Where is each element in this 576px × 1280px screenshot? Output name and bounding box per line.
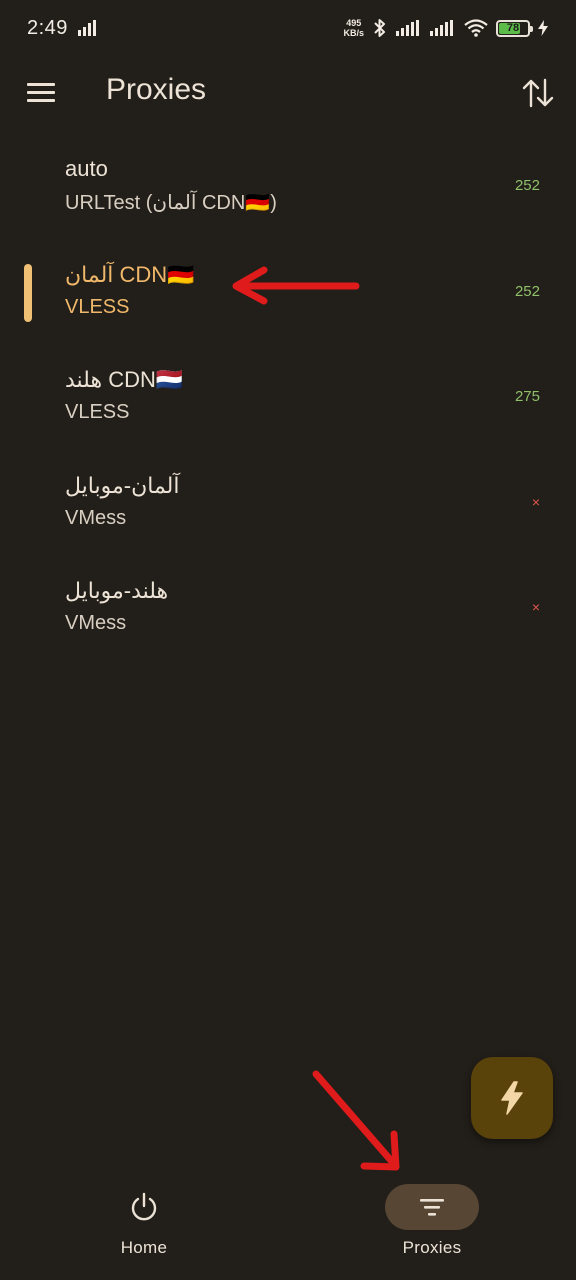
nav-pill	[97, 1184, 191, 1230]
proxy-delay: 252	[514, 177, 540, 194]
battery-icon: 78	[496, 19, 533, 37]
status-time: 2:49	[27, 16, 68, 39]
proxy-name: هلند-موبایل	[65, 578, 169, 604]
cell-signal-icon	[396, 20, 422, 36]
proxy-delay-failed: ×	[531, 599, 540, 616]
proxy-type: VMess	[65, 506, 127, 529]
charging-icon	[538, 20, 548, 36]
lightning-icon	[499, 1081, 525, 1115]
net-speed-unit: KB/s	[343, 28, 364, 38]
nav-label: Proxies	[402, 1238, 462, 1257]
nav-item-home[interactable]: Home	[0, 1160, 288, 1280]
battery-percent: 78	[506, 22, 520, 34]
proxy-delay: 275	[514, 388, 540, 406]
battery-cap	[530, 25, 533, 32]
sort-button[interactable]	[518, 73, 558, 113]
selected-indicator	[24, 263, 32, 322]
proxy-name: آلمان CDN🇩🇪	[65, 261, 195, 287]
wifi-icon	[464, 19, 488, 37]
bluetooth-icon	[372, 18, 388, 38]
sort-icon	[521, 78, 555, 108]
proxy-type: URLTest (آلمان CDN🇩🇪)	[65, 192, 277, 214]
proxy-type: VLESS	[65, 401, 130, 424]
network-speed: 495 KB/s	[343, 18, 364, 38]
proxy-type: VMess	[65, 612, 127, 635]
app-bar: Proxies	[0, 56, 576, 128]
status-left: 2:49	[27, 17, 96, 40]
test-delay-button[interactable]	[471, 1057, 553, 1139]
menu-icon	[26, 81, 56, 103]
proxy-delay-failed: ×	[531, 493, 540, 510]
nav-pill-active	[385, 1184, 479, 1230]
bottom-navigation: Home Proxies	[0, 1160, 576, 1280]
proxy-item-netherlands-mobile[interactable]: هلند-موبایل VMess ×	[0, 554, 576, 660]
proxy-name: آلمان-موبایل	[65, 472, 180, 498]
page-title: Proxies	[106, 73, 207, 106]
menu-button[interactable]	[24, 78, 58, 106]
status-bar: 2:49 495 KB/s 78	[0, 0, 576, 56]
proxy-item-auto[interactable]: auto URLTest (آلمان CDN🇩🇪) 252	[0, 132, 576, 238]
filter-icon	[419, 1197, 445, 1217]
proxy-item-netherlands-cdn[interactable]: هلند CDN🇳🇱 VLESS 275	[0, 343, 576, 449]
proxy-type: VLESS	[65, 295, 130, 318]
nav-label: Home	[120, 1238, 168, 1257]
proxy-name: auto	[65, 156, 108, 181]
proxy-name: هلند CDN🇳🇱	[65, 367, 184, 393]
signal-small-icon	[77, 20, 96, 36]
cell-signal-2-icon	[430, 20, 456, 36]
power-icon	[129, 1192, 159, 1222]
status-right: 495 KB/s 78	[343, 18, 548, 38]
proxy-item-germany-mobile[interactable]: آلمان-موبایل VMess ×	[0, 449, 576, 555]
proxy-item-germany-cdn[interactable]: آلمان CDN🇩🇪 VLESS 252	[0, 238, 576, 344]
nav-item-proxies[interactable]: Proxies	[288, 1160, 576, 1280]
proxy-delay: 252	[514, 282, 540, 300]
net-speed-value: 495	[346, 18, 362, 28]
proxy-list: auto URLTest (آلمان CDN🇩🇪) 252 آلمان CDN…	[0, 132, 576, 660]
